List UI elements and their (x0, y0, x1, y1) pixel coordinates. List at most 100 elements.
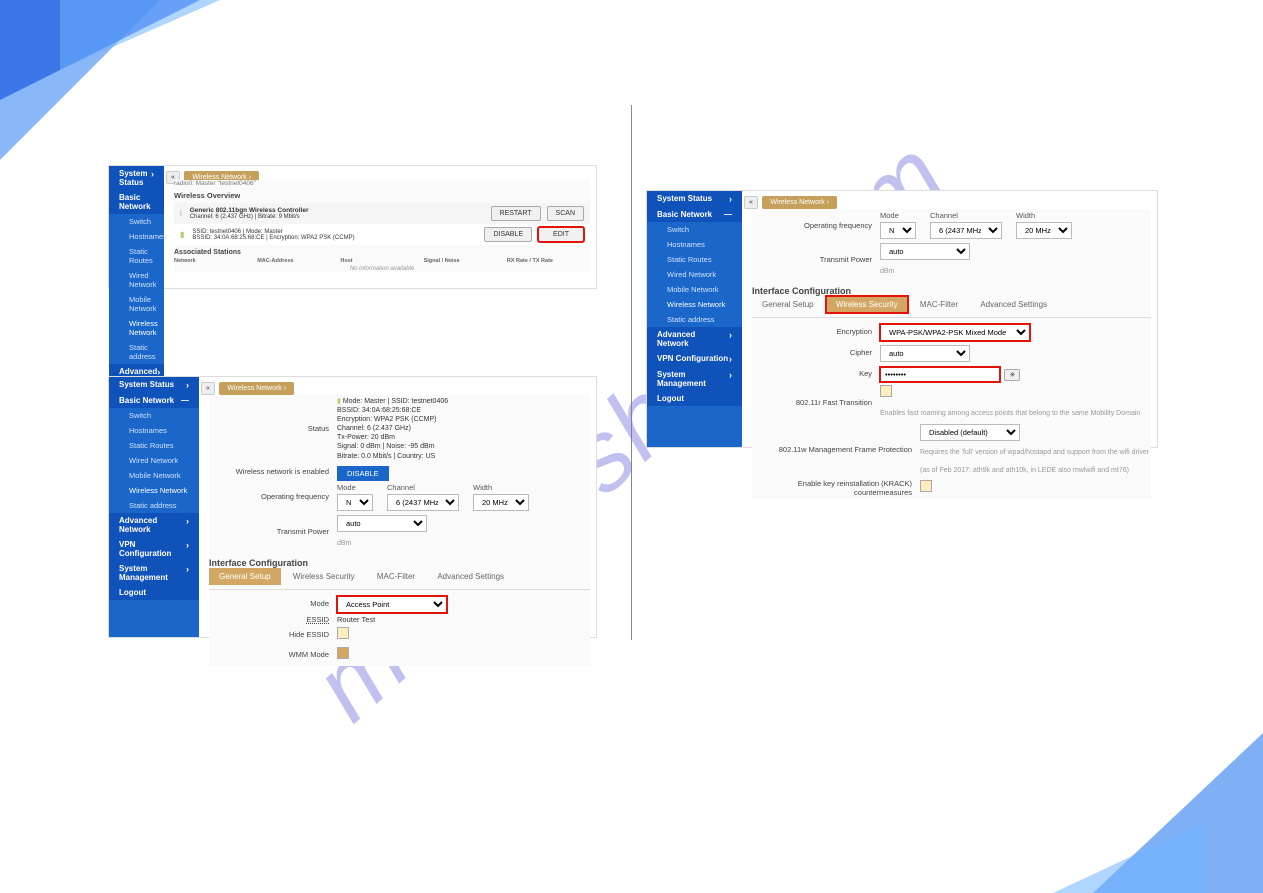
tab-general[interactable]: General Setup (752, 296, 824, 313)
tab-general[interactable]: General Setup (209, 568, 281, 585)
cipher-select[interactable]: auto (880, 345, 970, 362)
nav-mobile-network[interactable]: Mobile Network (647, 282, 742, 297)
nav-item[interactable]: Static Routes (109, 244, 164, 268)
nav-wired-network[interactable]: Wired Network (647, 267, 742, 282)
nav-static-routes[interactable]: Static Routes (109, 438, 199, 453)
nav-system-status[interactable]: System Status (109, 377, 199, 393)
device-channel: Channel: 6 (2.437 GHz) | Bitrate: 9 Mbit… (190, 214, 491, 220)
nav-system-mgmt[interactable]: System Management (109, 561, 199, 585)
nav-hostnames[interactable]: Hostnames (109, 423, 199, 438)
channel-select[interactable]: 6 (2437 MHz) (387, 494, 459, 511)
subtitle: radio0: Master "testnet0406" (174, 180, 590, 187)
ft-note: Enables fast roaming among access points… (880, 410, 1140, 417)
nav-basic-network[interactable]: Basic Network— (647, 207, 742, 222)
encryption-label: Encryption (752, 327, 880, 336)
tab-mac[interactable]: MAC-Filter (910, 296, 968, 313)
nav-logout[interactable]: Logout (647, 391, 742, 406)
wmm-checkbox[interactable] (337, 647, 349, 659)
bssid-line: BSSID: 34:0A:68:25:68:CE | Encryption: W… (192, 235, 484, 241)
disable-button[interactable]: DISABLE (484, 227, 532, 242)
th-signal: Signal / Noise (424, 258, 507, 264)
tab-adv[interactable]: Advanced Settings (427, 568, 514, 585)
nav-wired-network[interactable]: Wired Network (109, 453, 199, 468)
th-width: Width (1016, 211, 1072, 220)
nav-static-address[interactable]: Static address (109, 498, 199, 513)
th-network: Network (174, 258, 257, 264)
breadcrumb-tab[interactable]: Wireless Network (219, 382, 294, 395)
nav-item[interactable]: Hostnames (109, 229, 164, 244)
mfp-label: 802.11w Management Frame Protection (752, 445, 920, 454)
th-channel: Channel (387, 483, 459, 492)
nav-item[interactable]: Wireless Network (109, 316, 164, 340)
reveal-key-button[interactable]: ✳ (1004, 369, 1020, 381)
edit-button[interactable]: EDIT (538, 227, 584, 242)
krack-checkbox[interactable] (920, 480, 932, 492)
status-txpower: Tx-Power: 20 dBm (337, 434, 395, 441)
tab-security[interactable]: Wireless Security (826, 296, 908, 313)
nav-advanced-network[interactable]: Advanced Network (647, 327, 742, 351)
status-enc: Encryption: WPA2 PSK (CCMP) (337, 416, 436, 423)
nav-system-status[interactable]: System Status (109, 166, 164, 190)
sidebar: System Status Basic Network— Switch Host… (647, 191, 742, 447)
nav-hostnames[interactable]: Hostnames (647, 237, 742, 252)
nav-logout[interactable]: Logout (109, 585, 199, 600)
encryption-select[interactable]: WPA-PSK/WPA2-PSK Mixed Mode (880, 324, 1030, 341)
nav-vpn[interactable]: VPN Configuration (647, 351, 742, 367)
nav-static-address[interactable]: Static address (647, 312, 742, 327)
nav-basic-network[interactable]: Basic Network— (109, 393, 199, 408)
nav-switch[interactable]: Switch (109, 408, 199, 423)
screenshot-wireless-security: System Status Basic Network— Switch Host… (646, 190, 1158, 448)
key-label: Key (752, 369, 880, 378)
no-info: No information available (174, 266, 590, 272)
mode-select[interactable]: N (880, 222, 916, 239)
txpower-select[interactable]: auto (337, 515, 427, 532)
mode-label: Mode (209, 599, 337, 608)
fast-transition-label: 802.11r Fast Transition (752, 398, 880, 407)
hide-essid-label: Hide ESSID (209, 630, 337, 639)
nav-system-status[interactable]: System Status (647, 191, 742, 207)
essid-label: ESSID (209, 615, 337, 624)
breadcrumb-tab[interactable]: Wireless Network (762, 196, 837, 209)
nav-wireless-network[interactable]: Wireless Network (647, 297, 742, 312)
tab-mac[interactable]: MAC-Filter (367, 568, 425, 585)
fast-transition-checkbox[interactable] (880, 385, 892, 397)
width-select[interactable]: 20 MHz (1016, 222, 1072, 239)
key-input[interactable] (880, 367, 1000, 382)
disable-button[interactable]: DISABLE (337, 466, 389, 481)
mfp-select[interactable]: Disabled (default) (920, 424, 1020, 441)
nav-wireless-network[interactable]: Wireless Network (109, 483, 199, 498)
restart-button[interactable]: RESTART (491, 206, 541, 221)
scan-button[interactable]: SCAN (547, 206, 584, 221)
bg-triangle (1053, 823, 1203, 893)
th-mac: MAC-Address (257, 258, 340, 264)
dbm-note: dBm (337, 540, 351, 547)
nav-system-mgmt[interactable]: System Management (647, 367, 742, 391)
nav-item[interactable]: Switch (109, 214, 164, 229)
wmm-label: WMM Mode (209, 650, 337, 659)
pill: « (201, 382, 215, 395)
hide-essid-checkbox[interactable] (337, 627, 349, 639)
mode-select[interactable]: N (337, 494, 373, 511)
mode-dropdown[interactable]: Access Point (337, 596, 447, 613)
nav-vpn[interactable]: VPN Configuration (109, 537, 199, 561)
nav-basic-network[interactable]: Basic Network (109, 190, 164, 214)
tab-security[interactable]: Wireless Security (283, 568, 365, 585)
tab-adv[interactable]: Advanced Settings (970, 296, 1057, 313)
status-channel: Channel: 6 (2.437 GHz) (337, 425, 411, 432)
txpower-select[interactable]: auto (880, 243, 970, 260)
nav-item[interactable]: Mobile Network (109, 292, 164, 316)
nav-item[interactable]: Static address (109, 340, 164, 364)
sidebar: System Status Basic Network— Switch Host… (109, 377, 199, 637)
iface-config-title: Interface Configuration (209, 558, 590, 568)
width-select[interactable]: 20 MHz (473, 494, 529, 511)
nav-item[interactable]: Wired Network (109, 268, 164, 292)
nav-static-routes[interactable]: Static Routes (647, 252, 742, 267)
th-rate: RX Rate / TX Rate (507, 258, 590, 264)
assoc-stations-title: Associated Stations (174, 249, 590, 256)
nav-switch[interactable]: Switch (647, 222, 742, 237)
channel-select[interactable]: 6 (2437 MHz) (930, 222, 1002, 239)
nav-advanced-network[interactable]: Advanced Network (109, 513, 199, 537)
screenshot-wireless-overview: System Status Basic Network Switch Hostn… (108, 165, 597, 289)
nav-mobile-network[interactable]: Mobile Network (109, 468, 199, 483)
tab-row: General Setup Wireless Security MAC-Filt… (752, 296, 1151, 313)
